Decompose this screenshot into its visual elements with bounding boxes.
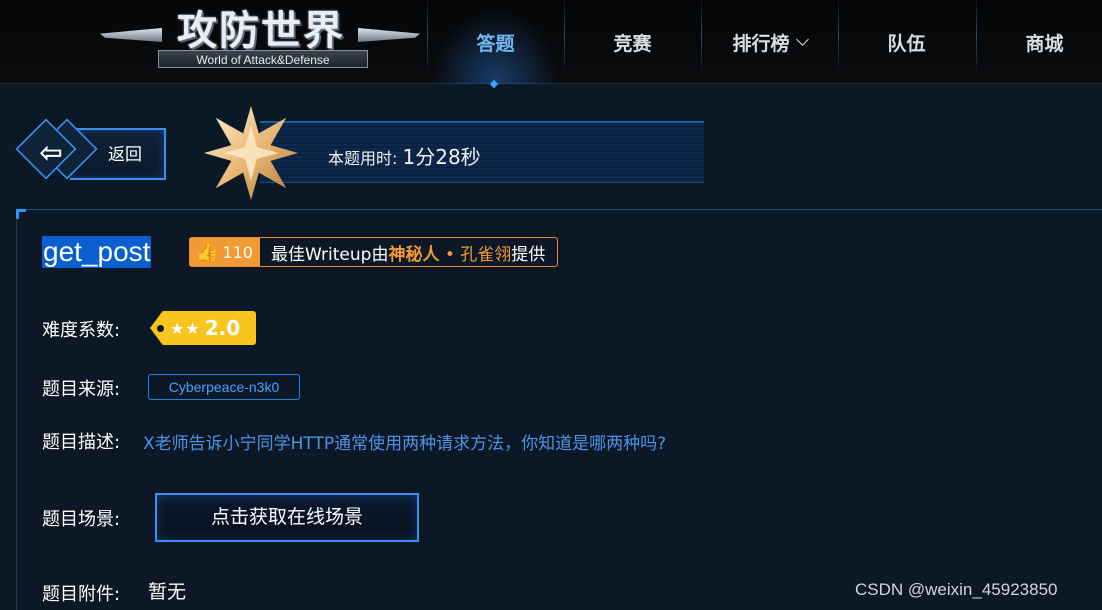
star-icon: ★★ bbox=[170, 318, 201, 338]
nav-item-team[interactable]: 队伍 bbox=[838, 0, 975, 84]
site-logo[interactable]: 攻防世界 World of Attack&Defense bbox=[100, 6, 420, 72]
nav-item-leaderboard[interactable]: 排行榜 bbox=[701, 0, 838, 84]
difficulty-value: 2.0 bbox=[204, 316, 241, 340]
challenge-panel bbox=[16, 209, 1102, 610]
panel-corner-accent bbox=[16, 209, 26, 219]
nav-item-label: 队伍 bbox=[887, 32, 926, 55]
like-count[interactable]: 👍 110 bbox=[190, 238, 260, 266]
back-button-label: 返回 bbox=[108, 145, 142, 165]
nav-item-shop[interactable]: 商城 bbox=[976, 0, 1102, 84]
arrow-left-icon: ⇦ bbox=[39, 136, 63, 169]
logo-title: 攻防世界 bbox=[177, 7, 345, 54]
source-badge[interactable]: Cyberpeace-n3k0 bbox=[148, 374, 300, 400]
logo-subtitle: World of Attack&Defense bbox=[158, 50, 368, 68]
description-label: 题目描述: bbox=[42, 432, 121, 453]
writeup-text: 最佳Writeup由神秘人 • 孔雀翎提供 bbox=[260, 240, 545, 265]
tag-hole bbox=[157, 325, 164, 332]
chevron-down-icon bbox=[795, 32, 809, 46]
timer-value: 1分28秒 bbox=[402, 145, 481, 169]
nav-item-label: 竞赛 bbox=[613, 32, 652, 55]
top-navbar: 攻防世界 World of Attack&Defense 答题 竞赛 排行榜 队… bbox=[0, 0, 1102, 90]
nav-item-competition[interactable]: 竞赛 bbox=[564, 0, 701, 84]
thumbs-up-icon: 👍 bbox=[196, 241, 219, 263]
writeup-suffix: 提供 bbox=[511, 244, 546, 265]
scene-label: 题目场景: bbox=[42, 509, 121, 530]
nav-item-answer[interactable]: 答题 bbox=[427, 0, 564, 84]
timer-bar: 本题用时: 1分28秒 bbox=[260, 121, 704, 183]
get-scene-button[interactable]: 点击获取在线场景 bbox=[155, 493, 419, 542]
writeup-author[interactable]: 神秘人 bbox=[388, 245, 439, 265]
nav-item-label: 排行榜 bbox=[732, 32, 790, 55]
difficulty-label: 难度系数: bbox=[42, 320, 121, 341]
timer-label: 本题用时: 1分28秒 bbox=[328, 141, 481, 170]
writeup-translator[interactable]: 孔雀翎 bbox=[460, 245, 511, 265]
back-button[interactable]: ⇦ 返回 bbox=[15, 118, 168, 184]
difficulty-badge: ★★ 2.0 bbox=[150, 311, 256, 345]
writeup-badge[interactable]: 👍 110 最佳Writeup由神秘人 • 孔雀翎提供 bbox=[189, 237, 558, 267]
challenge-title: get_post bbox=[42, 236, 152, 268]
timer-label-text: 本题用时: bbox=[328, 149, 398, 168]
logo-wing-right bbox=[358, 28, 420, 42]
nav-item-label: 商城 bbox=[1025, 32, 1064, 55]
writeup-separator: • bbox=[444, 244, 455, 265]
nav-item-label: 答题 bbox=[476, 32, 515, 55]
active-indicator-icon: ◆ bbox=[489, 77, 499, 90]
description-text: X老师告诉小宁同学HTTP通常使用两种请求方法，你知道是哪两种吗? bbox=[143, 434, 667, 454]
source-label: 题目来源: bbox=[42, 379, 121, 400]
watermark: CSDN @weixin_45923850 bbox=[855, 580, 1058, 599]
writeup-prefix: 最佳Writeup由 bbox=[271, 244, 389, 265]
like-count-value: 110 bbox=[222, 242, 253, 262]
star-badge-icon bbox=[203, 105, 299, 201]
attachment-value: 暂无 bbox=[148, 581, 187, 603]
attachment-label: 题目附件: bbox=[42, 584, 121, 605]
logo-wing-left bbox=[100, 28, 162, 42]
